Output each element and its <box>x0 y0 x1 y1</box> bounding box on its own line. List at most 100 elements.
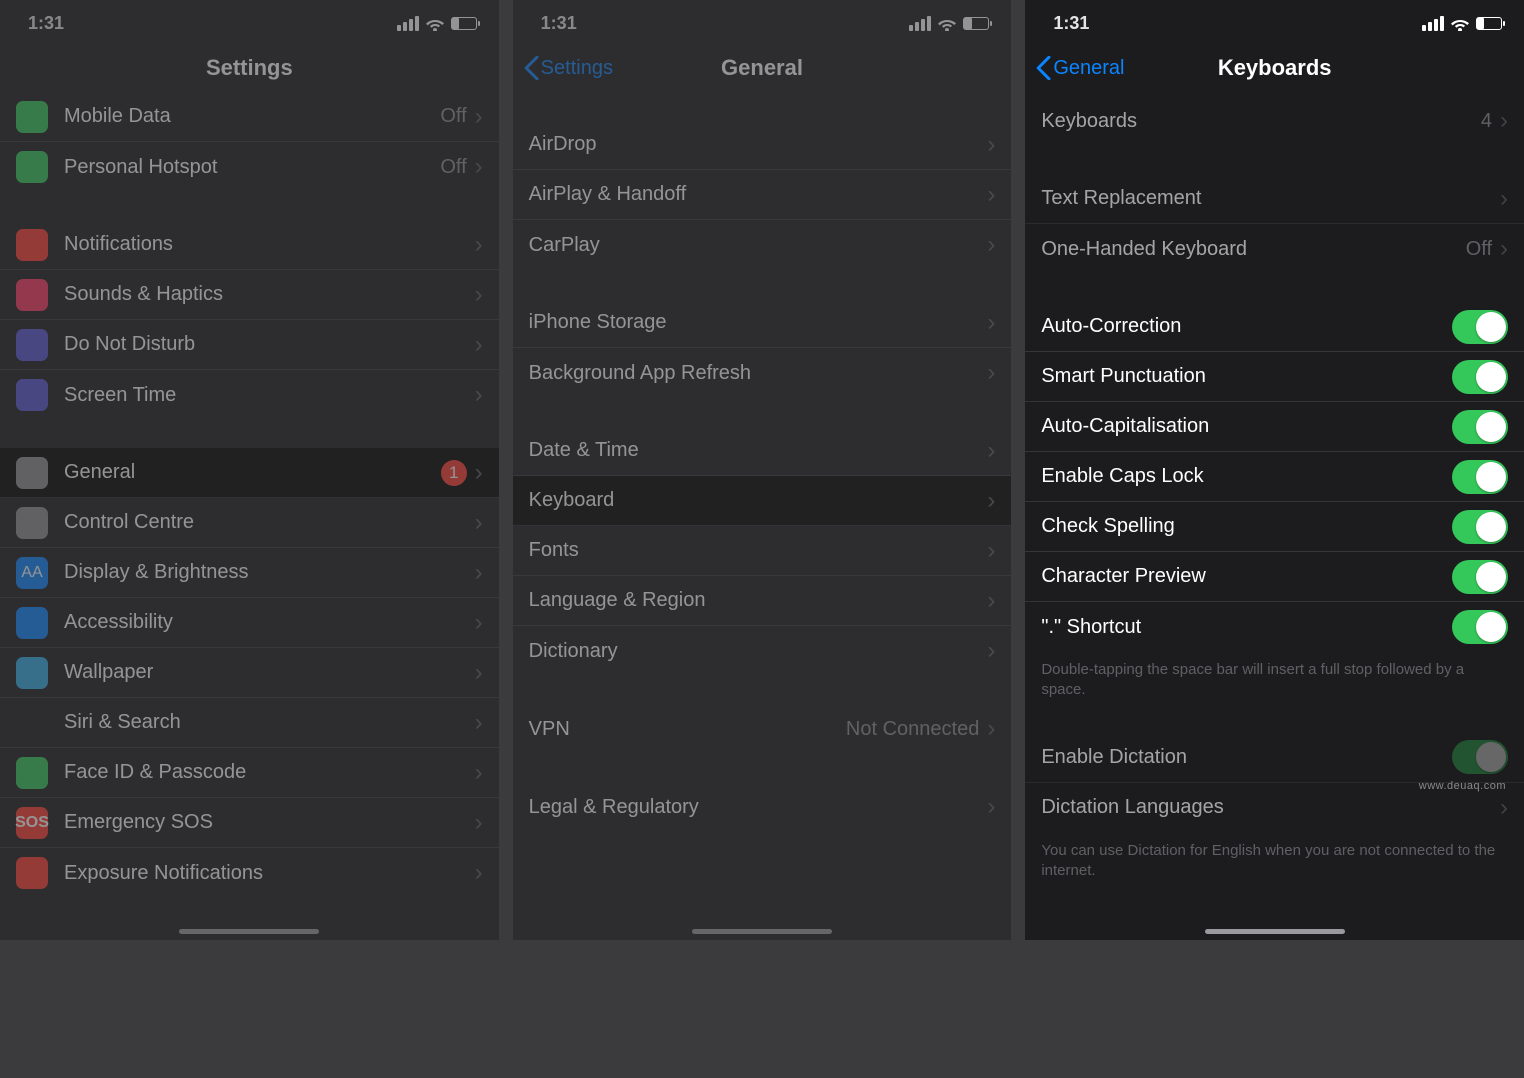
row-label: Keyboards <box>1041 110 1481 133</box>
row-label: Emergency SOS <box>64 811 475 834</box>
toggle-switch[interactable] <box>1452 740 1508 774</box>
list-item[interactable]: Auto-Correction <box>1025 302 1524 352</box>
list-item[interactable]: AirPlay & Handoff› <box>513 170 1012 220</box>
toggle-switch[interactable] <box>1452 460 1508 494</box>
row-label: Personal Hotspot <box>64 156 440 179</box>
chevron-left-icon <box>523 56 539 80</box>
list-item[interactable]: VPNNot Connected› <box>513 704 1012 754</box>
list-item[interactable]: Keyboard› <box>513 476 1012 526</box>
toggle-switch[interactable] <box>1452 410 1508 444</box>
chevron-right-icon: › <box>987 437 995 465</box>
back-label: General <box>1053 57 1124 80</box>
person-icon <box>16 607 48 639</box>
general-list[interactable]: AirDrop›AirPlay & Handoff›CarPlay›iPhone… <box>513 92 1012 940</box>
toggle-switch[interactable] <box>1452 310 1508 344</box>
toggle-switch[interactable] <box>1452 360 1508 394</box>
list-item[interactable]: Enable Caps Lock <box>1025 452 1524 502</box>
notification-badge: 1 <box>441 460 467 486</box>
list-item[interactable]: Personal HotspotOff› <box>0 142 499 192</box>
list-item[interactable]: Screen Time› <box>0 370 499 420</box>
toggle-switch[interactable] <box>1452 610 1508 644</box>
chevron-right-icon: › <box>1500 185 1508 213</box>
chevron-right-icon: › <box>987 487 995 515</box>
battery-icon <box>963 17 989 30</box>
chevron-right-icon: › <box>987 715 995 743</box>
section-footer: You can use Dictation for English when y… <box>1025 833 1524 886</box>
list-item[interactable]: Legal & Regulatory› <box>513 782 1012 832</box>
flower-icon <box>16 657 48 689</box>
chevron-right-icon: › <box>1500 794 1508 822</box>
status-time: 1:31 <box>541 13 577 34</box>
row-label: "." Shortcut <box>1041 616 1452 639</box>
list-item[interactable]: Face ID & Passcode› <box>0 748 499 798</box>
chevron-right-icon: › <box>475 659 483 687</box>
back-button[interactable]: Settings <box>523 56 613 80</box>
list-item[interactable]: AirDrop› <box>513 120 1012 170</box>
toggle-switch[interactable] <box>1452 560 1508 594</box>
list-item[interactable]: Character Preview <box>1025 552 1524 602</box>
settings-list[interactable]: Mobile DataOff›Personal HotspotOff› Notif… <box>0 92 499 940</box>
switches-icon <box>16 507 48 539</box>
list-item[interactable]: Exposure Notifications› <box>0 848 499 898</box>
home-indicator[interactable] <box>1205 929 1345 934</box>
list-item[interactable]: Language & Region› <box>513 576 1012 626</box>
back-label: Settings <box>541 57 613 80</box>
battery-icon <box>1476 17 1502 30</box>
chevron-right-icon: › <box>987 309 995 337</box>
row-label: Dictation Languages <box>1041 796 1500 819</box>
row-label: AirPlay & Handoff <box>529 183 988 206</box>
list-item[interactable]: "." Shortcut <box>1025 602 1524 652</box>
signal-icon <box>397 16 419 31</box>
toggle-switch[interactable] <box>1452 510 1508 544</box>
chevron-right-icon: › <box>475 859 483 887</box>
row-label: One-Handed Keyboard <box>1041 238 1465 261</box>
row-label: Notifications <box>64 233 475 256</box>
list-item[interactable]: Control Centre› <box>0 498 499 548</box>
list-item[interactable]: Background App Refresh› <box>513 348 1012 398</box>
list-item[interactable]: Wallpaper› <box>0 648 499 698</box>
wifi-icon <box>937 15 957 31</box>
keyboards-list[interactable]: Keyboards4›Text Replacement›One-Handed K… <box>1025 92 1524 940</box>
page-title: Settings <box>206 55 293 81</box>
status-bar: 1:31 <box>1025 0 1524 44</box>
page-title: Keyboards <box>1218 55 1332 81</box>
chevron-right-icon: › <box>475 809 483 837</box>
row-label: Display & Brightness <box>64 561 475 584</box>
list-item[interactable]: Keyboards4 › <box>1025 96 1524 146</box>
list-item[interactable]: Enable Dictation <box>1025 733 1524 783</box>
chevron-right-icon: › <box>1500 107 1508 135</box>
list-item[interactable]: Check Spelling <box>1025 502 1524 552</box>
row-label: Auto-Correction <box>1041 315 1452 338</box>
chevron-right-icon: › <box>987 181 995 209</box>
list-item[interactable]: Do Not Disturb› <box>0 320 499 370</box>
home-indicator[interactable] <box>692 929 832 934</box>
list-item[interactable]: SOSEmergency SOS› <box>0 798 499 848</box>
list-item[interactable]: Dictionary› <box>513 626 1012 676</box>
list-item[interactable]: Fonts› <box>513 526 1012 576</box>
list-item[interactable]: Notifications› <box>0 220 499 270</box>
list-item[interactable]: Siri & Search› <box>0 698 499 748</box>
list-item[interactable]: Accessibility› <box>0 598 499 648</box>
list-item[interactable]: Smart Punctuation <box>1025 352 1524 402</box>
gear-icon <box>16 457 48 489</box>
home-indicator[interactable] <box>179 929 319 934</box>
chevron-right-icon: › <box>1500 235 1508 263</box>
list-item[interactable]: Text Replacement› <box>1025 174 1524 224</box>
row-label: Wallpaper <box>64 661 475 684</box>
list-item[interactable]: Auto-Capitalisation <box>1025 402 1524 452</box>
list-item[interactable]: CarPlay› <box>513 220 1012 270</box>
list-item[interactable]: Date & Time› <box>513 426 1012 476</box>
screen-settings: 1:31 Settings Mobile DataOff›Personal Ho… <box>0 0 499 940</box>
list-item[interactable]: One-Handed KeyboardOff› <box>1025 224 1524 274</box>
chevron-right-icon: › <box>475 559 483 587</box>
list-item[interactable]: Mobile DataOff› <box>0 92 499 142</box>
back-button[interactable]: General <box>1035 56 1124 80</box>
list-item[interactable]: AADisplay & Brightness› <box>0 548 499 598</box>
row-label: Background App Refresh <box>529 362 988 385</box>
row-value: 4 <box>1481 110 1492 133</box>
status-time: 1:31 <box>1053 13 1089 34</box>
list-item[interactable]: iPhone Storage› <box>513 298 1012 348</box>
list-item[interactable]: Sounds & Haptics› <box>0 270 499 320</box>
list-item[interactable]: General1› <box>0 448 499 498</box>
row-label: Do Not Disturb <box>64 333 475 356</box>
